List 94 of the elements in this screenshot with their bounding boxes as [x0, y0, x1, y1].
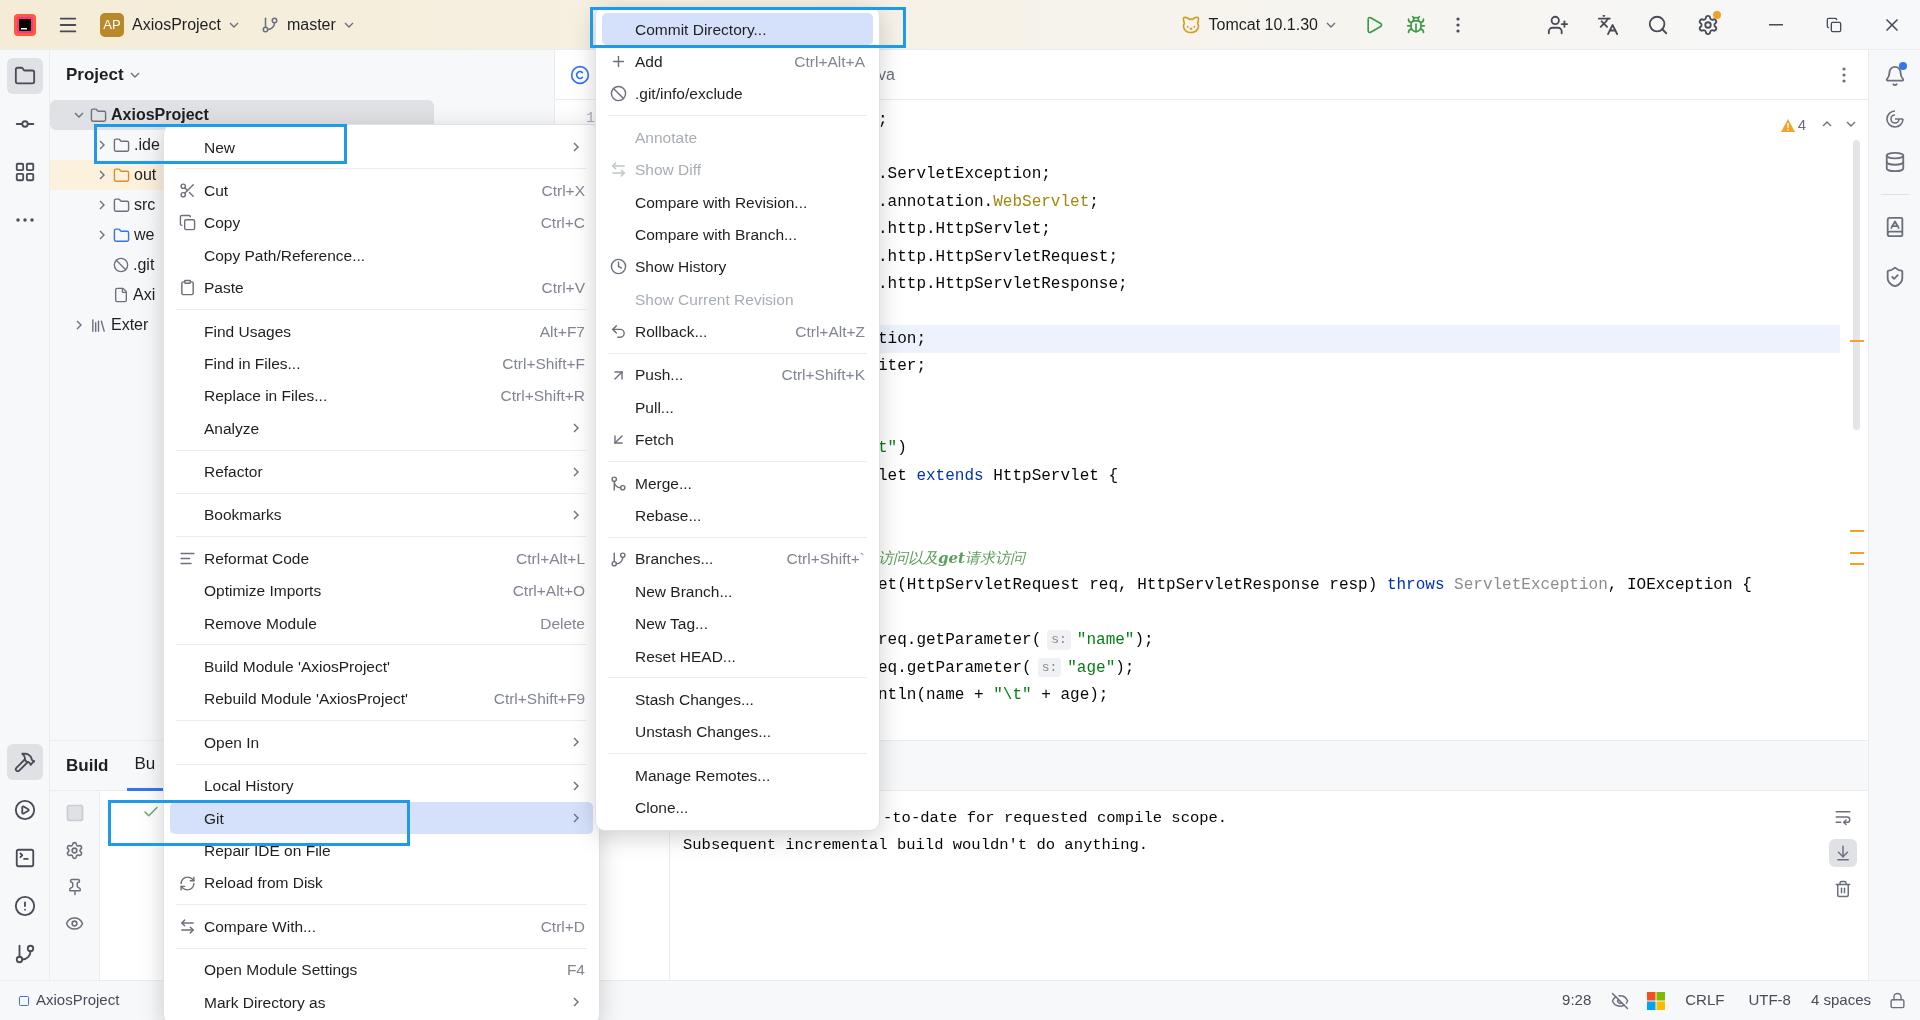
menu-item-label: Repair IDE on File: [204, 841, 331, 861]
menu-item-label: Unstash Changes...: [635, 722, 772, 743]
code-line: eq.getParameter( s: "age");: [878, 656, 1135, 680]
menu-item-label: Show History: [635, 257, 727, 278]
menu-item-label: Local History: [204, 776, 294, 797]
code-line: .http.HttpServlet;: [878, 219, 1051, 241]
menu-item-label: Reset HEAD...: [635, 646, 736, 667]
menu-item-label: Rollback...: [635, 322, 708, 343]
menu-item-label: Refactor: [204, 462, 263, 483]
console-line: Subsequent incremental build wouldn't do anything.: [683, 835, 1150, 856]
shortcut-label: Ctrl+Shift+R: [500, 386, 585, 407]
code-line: tion;: [878, 328, 926, 350]
menu-item-label: Clone...: [635, 798, 689, 819]
code-line: et(HttpServletRequest req, HttpServletResponse resp) throws ServletException, IOException {: [878, 575, 1752, 597]
shortcut-label: Ctrl+Shift+F: [502, 353, 585, 374]
code-line: t"): [878, 438, 907, 460]
menu-item-label: Paste: [204, 278, 244, 299]
menu-item-label: Rebuild Module 'AxiosProject': [204, 689, 409, 710]
project-name: AxiosProject: [132, 14, 221, 35]
menu-item-label: Remove Module: [204, 613, 317, 634]
menu-item-label: Commit Directory...: [635, 19, 767, 40]
tree-label: we: [134, 225, 155, 245]
menu-item-label: Compare With...: [204, 916, 316, 937]
tree-label: Axi: [133, 285, 156, 305]
menu-item-label: Bookmarks: [204, 505, 282, 526]
shortcut-label: Ctrl+Alt+Z: [795, 322, 865, 343]
menu-item-label: Annotate: [635, 127, 698, 148]
tree-label: .git: [133, 255, 155, 275]
code-line: req.getParameter( s: "name");: [878, 629, 1154, 652]
shortcut-label: Alt+F7: [539, 321, 585, 342]
menu-item-label: Reformat Code: [204, 548, 310, 569]
code-line: .annotation.WebServlet;: [878, 191, 1099, 213]
menu-item-label: New: [204, 137, 235, 158]
shortcut-label: Ctrl+Shift+F9: [493, 689, 585, 710]
menu-item-label: Mark Directory as: [204, 992, 326, 1013]
shortcut-label: Ctrl+Alt+A: [794, 51, 865, 72]
code-line: ntln(name + "\t" + age);: [878, 684, 1109, 706]
menu-item-label: Add: [635, 51, 663, 72]
menu-item-label: Fetch: [635, 430, 674, 451]
menu-item-label: Open In: [204, 732, 260, 753]
menu-item-label: Push...: [635, 365, 684, 386]
shortcut-label: Ctrl+Shift+K: [781, 365, 865, 386]
menu-item-label: Open Module Settings: [204, 960, 358, 981]
menu-item-label: Cut: [204, 180, 229, 201]
tree-label: Exter: [111, 315, 149, 335]
menu-item-label: Analyze: [204, 418, 260, 439]
menu-item-label: Build Module 'AxiosProject': [204, 657, 390, 678]
shortcut-label: Ctrl+C: [540, 213, 585, 234]
menu-item-label: Show Diff: [635, 160, 702, 181]
menu-item-label: Pull...: [635, 397, 674, 418]
code-line: 访问以及get请求访问: [878, 547, 1025, 569]
code-line: .http.HttpServletRequest;: [878, 246, 1119, 268]
tree-label: src: [134, 195, 156, 215]
tree-label: out: [134, 165, 157, 185]
shortcut-label: Ctrl+Alt+O: [512, 581, 585, 602]
menu-item-label: Reload from Disk: [204, 873, 323, 894]
menu-item-label: Replace in Files...: [204, 386, 328, 407]
menu-item-label: Copy: [204, 213, 241, 234]
menu-item-label: .git/info/exclude: [635, 84, 743, 105]
menu-item-label: New Tag...: [635, 614, 708, 635]
menu-item-label: New Branch...: [635, 581, 733, 602]
panel-title: Build: [66, 754, 109, 777]
run-config-name: Tomcat 10.1.30: [1208, 14, 1318, 35]
menu-item-label: Git: [204, 808, 224, 829]
shortcut-label: Ctrl+X: [541, 180, 585, 201]
project-badge: AP: [100, 12, 124, 37]
tree-label: .ide: [134, 135, 160, 155]
code-line: .ServletException;: [878, 164, 1051, 186]
menu-item-label: Compare with Branch...: [635, 224, 797, 245]
shortcut-label: Ctrl+Shift+`: [786, 549, 865, 570]
menu-item-label: Find Usages: [204, 321, 291, 342]
console-line: -to-date for requested compile scope.: [882, 808, 1229, 829]
tree-label: AxiosProject: [111, 105, 209, 125]
menu-item-label: Compare with Revision...: [635, 192, 808, 213]
code-line: let extends HttpServlet {: [878, 465, 1119, 487]
menu-item-label: Merge...: [635, 473, 692, 494]
shortcut-label: Delete: [540, 613, 585, 634]
menu-item-label: Find in Files...: [204, 353, 301, 374]
shortcut-label: F4: [566, 960, 585, 981]
code-line: ;: [878, 109, 888, 131]
menu-item-label: Optimize Imports: [204, 581, 322, 602]
shortcut-label: Ctrl+V: [541, 278, 585, 299]
menu-item-label: Rebase...: [635, 506, 702, 527]
code-line: .http.HttpServletResponse;: [878, 274, 1128, 296]
menu-item-label: Stash Changes...: [635, 690, 754, 710]
menu-item-label: Manage Remotes...: [635, 765, 771, 786]
menu-item-label: Show Current Revision: [635, 289, 794, 310]
shortcut-label: Ctrl+Alt+L: [516, 548, 585, 569]
line-number: 1: [586, 110, 595, 128]
menu-item-label: Branches...: [635, 549, 714, 570]
code-line: iter;: [878, 356, 926, 378]
branch-name: master: [286, 14, 336, 35]
shortcut-label: Ctrl+D: [540, 916, 585, 937]
menu-item-label: Copy Path/Reference...: [204, 245, 366, 266]
